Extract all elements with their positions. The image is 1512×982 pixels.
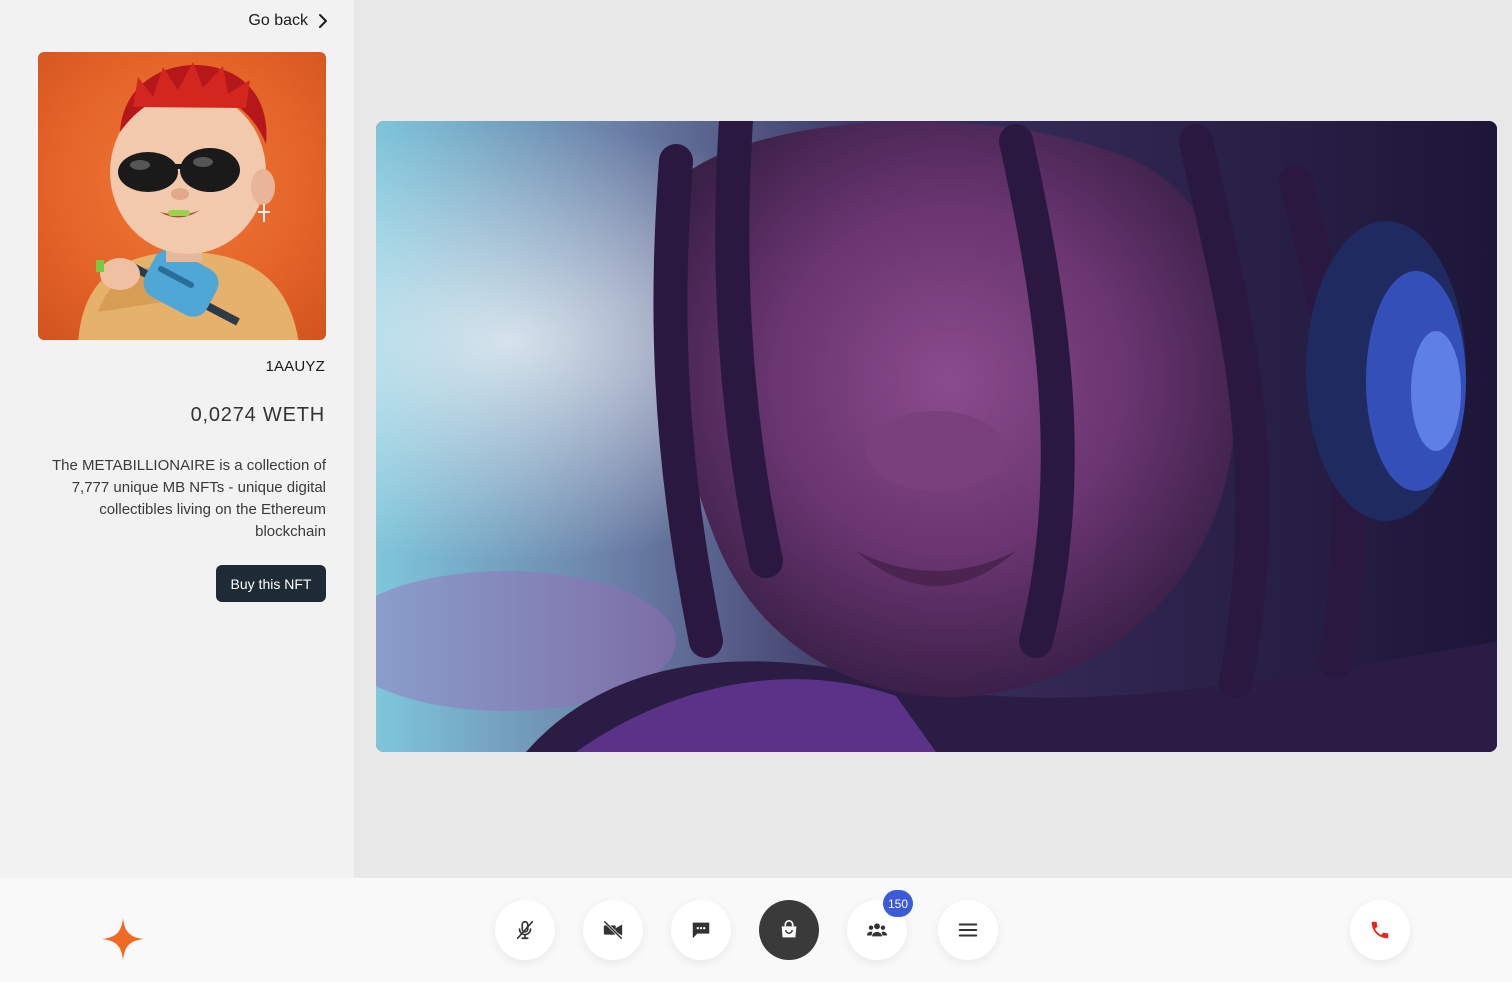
nft-id: 1AAUYZ: [265, 358, 325, 375]
nft-character-illustration: [78, 62, 299, 340]
video-frame: [376, 121, 1497, 752]
participants-button[interactable]: 150: [847, 890, 913, 960]
nft-price: 0,0274 WETH: [190, 404, 325, 426]
shopping-bag-icon: [781, 920, 797, 938]
buy-nft-button[interactable]: Buy this NFT: [216, 565, 326, 602]
participants-count-badge: 150: [882, 890, 913, 917]
go-back-link[interactable]: Go back: [248, 12, 328, 30]
menu-icon: [958, 923, 978, 937]
call-controls-bar: 150: [0, 878, 1512, 982]
menu-button[interactable]: [938, 900, 998, 960]
nft-sidebar: Go back 1AAUYZ 0,0274 WETH The METABILLI…: [0, 0, 354, 878]
video-call-app: Go back 1AAUYZ 0,0274 WETH The METABILLI…: [0, 0, 1512, 982]
mic-off-icon: [516, 920, 534, 940]
nft-description: The METABILLIONAIRE is a collection of 7…: [52, 457, 326, 540]
camera-off-button[interactable]: [583, 900, 643, 960]
video-off-icon: [603, 920, 623, 940]
chat-icon: [692, 922, 710, 939]
shop-button[interactable]: [759, 900, 819, 960]
go-back-label: Go back: [248, 12, 308, 29]
chat-button[interactable]: [671, 900, 731, 960]
people-icon: [866, 923, 888, 937]
phone-icon: [1371, 921, 1389, 939]
chevron-right-icon: [319, 14, 327, 28]
main-video-feed[interactable]: [376, 121, 1497, 752]
nft-image[interactable]: [38, 52, 326, 340]
mute-mic-button[interactable]: [495, 900, 555, 960]
brand-star-logo-icon: [102, 918, 144, 960]
end-call-button[interactable]: [1350, 900, 1410, 960]
